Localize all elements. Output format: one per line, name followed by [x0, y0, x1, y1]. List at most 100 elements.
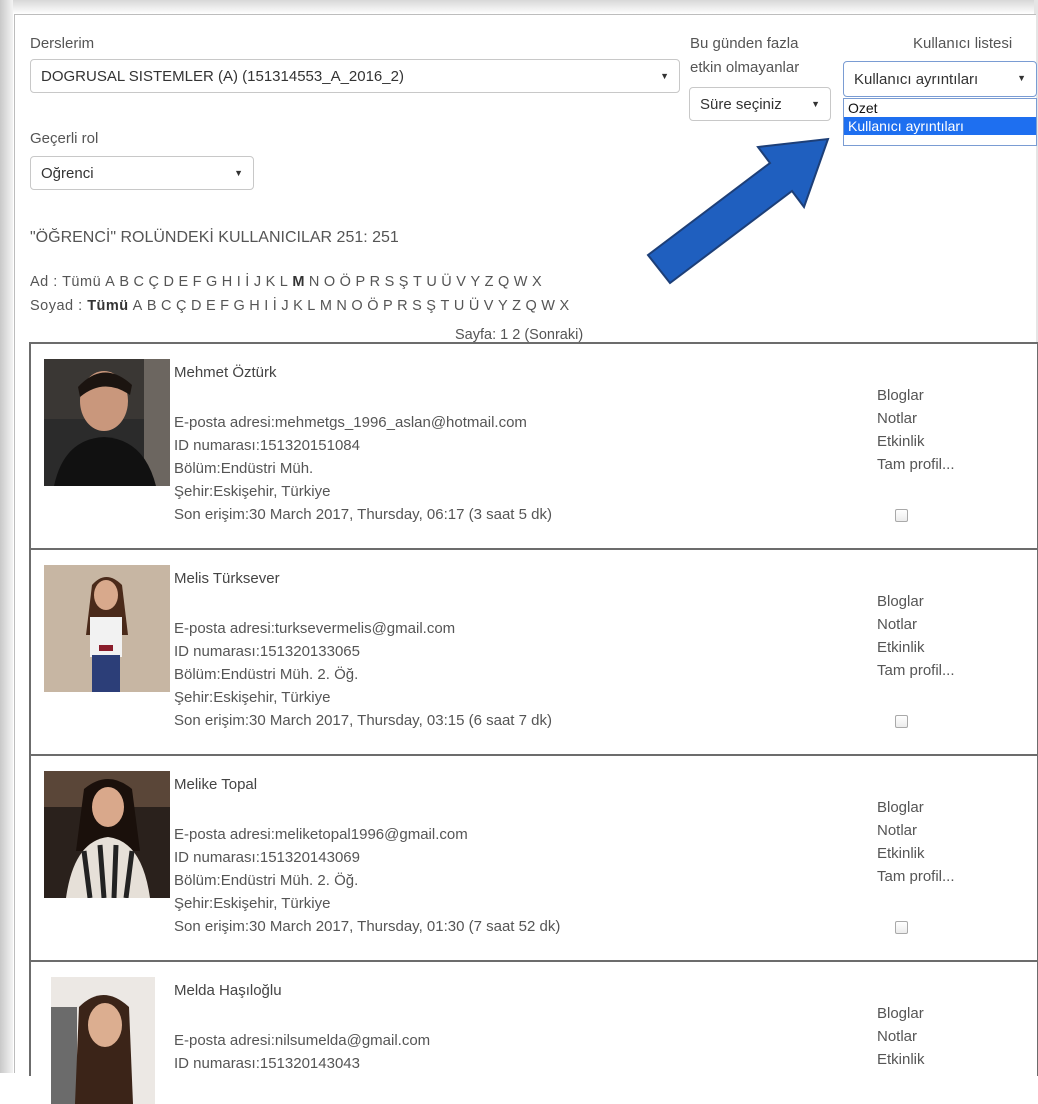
letter-link[interactable]: J	[281, 298, 289, 314]
avatar[interactable]	[44, 771, 170, 898]
activity-link[interactable]: Etkinlik	[877, 1048, 925, 1071]
letter-link[interactable]: F	[220, 298, 229, 314]
blogs-link[interactable]: Bloglar	[877, 1002, 925, 1025]
letter-link[interactable]: E	[178, 274, 188, 290]
user-email: E-posta adresi:mehmetgs_1996_aslan@hotma…	[174, 414, 527, 431]
letter-all[interactable]: Tümü	[62, 274, 101, 290]
first-name-filter-label: Ad :	[30, 274, 58, 290]
notes-link[interactable]: Notlar	[877, 613, 955, 636]
letter-link[interactable]: A	[105, 274, 115, 290]
activity-link[interactable]: Etkinlik	[877, 842, 955, 865]
user-id: ID numarası:151320143069	[174, 849, 360, 866]
letter-link[interactable]: D	[163, 274, 174, 290]
letter-link[interactable]: U	[426, 274, 437, 290]
select-user-checkbox[interactable]	[895, 921, 908, 934]
avatar[interactable]	[51, 977, 155, 1104]
letter-link[interactable]: I	[264, 298, 269, 314]
letter-link[interactable]: E	[206, 298, 216, 314]
blogs-link[interactable]: Bloglar	[877, 796, 955, 819]
letter-link[interactable]: U	[454, 298, 465, 314]
letter-link[interactable]: A	[133, 298, 143, 314]
userlist-option-details[interactable]: Kullanıcı ayrıntıları	[844, 117, 1036, 135]
letter-link[interactable]: O	[351, 298, 363, 314]
letter-link[interactable]: W	[514, 274, 528, 290]
letter-link[interactable]: B	[147, 298, 157, 314]
letter-link[interactable]: Ş	[399, 274, 409, 290]
user-name[interactable]: Melike Topal	[174, 776, 257, 793]
letter-link[interactable]: M	[320, 298, 333, 314]
letter-link[interactable]: Ü	[469, 298, 480, 314]
pagination[interactable]: Sayfa: 1 2 (Sonraki)	[455, 327, 583, 343]
select-user-checkbox[interactable]	[895, 509, 908, 522]
blogs-link[interactable]: Bloglar	[877, 384, 955, 407]
letter-link[interactable]: Z	[512, 298, 521, 314]
letter-link[interactable]: Y	[498, 298, 508, 314]
letter-link[interactable]: İ	[273, 298, 278, 314]
blogs-link[interactable]: Bloglar	[877, 590, 955, 613]
letter-link[interactable]: K	[266, 274, 276, 290]
activity-link[interactable]: Etkinlik	[877, 430, 955, 453]
notes-link[interactable]: Notlar	[877, 1025, 925, 1048]
letter-link[interactable]: R	[397, 298, 408, 314]
letter-link[interactable]: Q	[526, 298, 538, 314]
userlist-select[interactable]: Kullanıcı ayrıntıları ▼	[843, 61, 1037, 97]
letter-link[interactable]: P	[383, 298, 393, 314]
letter-all[interactable]: Tümü	[87, 298, 128, 314]
letter-link[interactable]: L	[280, 274, 289, 290]
letter-link[interactable]: O	[324, 274, 336, 290]
letter-link[interactable]: G	[206, 274, 218, 290]
letter-link[interactable]: Ö	[367, 298, 379, 314]
letter-link[interactable]: D	[191, 298, 202, 314]
letter-link[interactable]: B	[119, 274, 129, 290]
letter-link[interactable]: W	[541, 298, 555, 314]
course-select[interactable]: DOGRUSAL SISTEMLER (A) (151314553_A_2016…	[30, 59, 680, 93]
letter-link[interactable]: S	[385, 274, 395, 290]
letter-link[interactable]: K	[293, 298, 303, 314]
letter-link[interactable]: H	[249, 298, 260, 314]
letter-link[interactable]: J	[254, 274, 262, 290]
notes-link[interactable]: Notlar	[877, 819, 955, 842]
letter-link[interactable]: Z	[485, 274, 494, 290]
letter-link[interactable]: Y	[470, 274, 480, 290]
activity-link[interactable]: Etkinlik	[877, 636, 955, 659]
user-name[interactable]: Melis Türksever	[174, 570, 280, 587]
letter-link[interactable]: Ü	[441, 274, 452, 290]
letter-link[interactable]: T	[440, 298, 449, 314]
avatar[interactable]	[44, 359, 170, 486]
letter-link[interactable]: S	[412, 298, 422, 314]
letter-link[interactable]: T	[413, 274, 422, 290]
letter-link[interactable]: X	[532, 274, 542, 290]
letter-link[interactable]: G	[234, 298, 246, 314]
letter-link[interactable]: İ	[245, 274, 250, 290]
role-select[interactable]: Oğrenci ▼	[30, 156, 254, 190]
letter-link[interactable]: Ç	[176, 298, 187, 314]
letter-link[interactable]: X	[559, 298, 569, 314]
letter-link[interactable]: N	[309, 274, 320, 290]
letter-link[interactable]: L	[307, 298, 316, 314]
letter-link[interactable]: Ö	[340, 274, 352, 290]
user-name[interactable]: Mehmet Öztürk	[174, 364, 277, 381]
letter-link[interactable]: Ş	[426, 298, 436, 314]
letter-link[interactable]: V	[484, 298, 494, 314]
notes-link[interactable]: Notlar	[877, 407, 955, 430]
letter-link[interactable]: F	[193, 274, 202, 290]
letter-link[interactable]: H	[222, 274, 233, 290]
letter-link[interactable]: N	[336, 298, 347, 314]
letter-link[interactable]: Q	[498, 274, 510, 290]
user-name[interactable]: Melda Haşıloğlu	[174, 982, 282, 999]
avatar[interactable]	[44, 565, 170, 692]
full-profile-link[interactable]: Tam profil...	[877, 865, 955, 888]
select-user-checkbox[interactable]	[895, 715, 908, 728]
letter-link[interactable]: V	[456, 274, 466, 290]
letter-link[interactable]: P	[355, 274, 365, 290]
inactive-period-select[interactable]: Süre seçiniz ▼	[689, 87, 831, 121]
letter-link[interactable]: M	[292, 274, 305, 290]
letter-link[interactable]: Ç	[148, 274, 159, 290]
full-profile-link[interactable]: Tam profil...	[877, 453, 955, 476]
letter-link[interactable]: R	[370, 274, 381, 290]
letter-link[interactable]: C	[134, 274, 145, 290]
userlist-option-ozet[interactable]: Ozet	[844, 99, 1036, 117]
letter-link[interactable]: I	[237, 274, 242, 290]
full-profile-link[interactable]: Tam profil...	[877, 659, 955, 682]
letter-link[interactable]: C	[161, 298, 172, 314]
